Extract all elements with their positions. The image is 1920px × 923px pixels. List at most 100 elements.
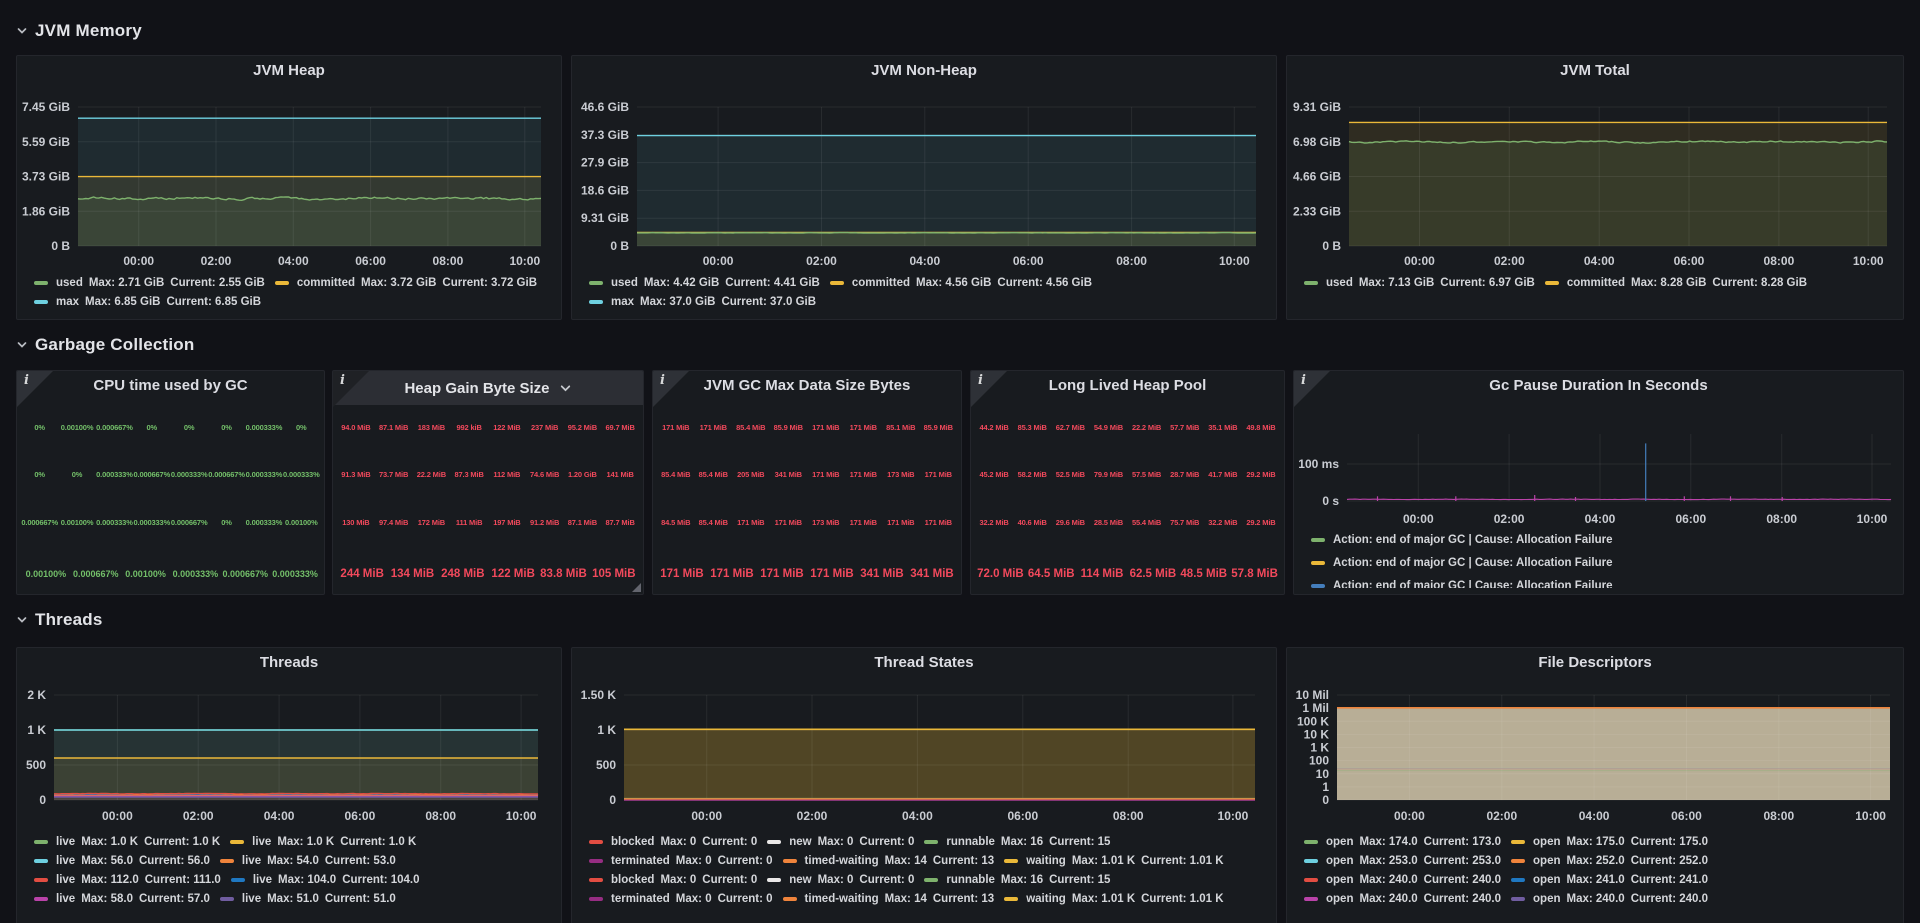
legend-item[interactable]: terminatedMax: 0Current: 0	[589, 855, 773, 867]
legend-max: Max: 174.0	[1359, 836, 1417, 848]
legend-item[interactable]: newMax: 0Current: 0	[767, 874, 914, 886]
legend-series-name: open	[1533, 855, 1560, 867]
legend-item[interactable]: committedMax: 3.72 GiBCurrent: 3.72 GiB	[275, 277, 537, 289]
panel-title[interactable]: Long Lived Heap Pool	[971, 371, 1284, 400]
legend-item[interactable]: liveMax: 104.0Current: 104.0	[231, 874, 420, 886]
legend-item[interactable]: openMax: 240.0Current: 240.0	[1304, 893, 1501, 905]
panel-gc-pause: Gc Pause Duration In Secondsi0 s100 ms00…	[1293, 370, 1904, 595]
chevron-down-icon	[16, 339, 28, 351]
panel-info-corner[interactable]: i	[333, 371, 369, 407]
stat-value: 1.20 GiB	[564, 457, 602, 493]
section-row-threads[interactable]: Threads	[16, 607, 103, 633]
panel-title[interactable]: CPU time used by GC	[17, 371, 324, 400]
legend-item[interactable]: liveMax: 56.0Current: 56.0	[34, 855, 210, 867]
legend-series-name: used	[611, 277, 638, 289]
panel-gc-max: JVM GC Max Data Size Bytesi171 MiB171 Mi…	[652, 370, 962, 595]
panel-header[interactable]: Heap Gain Byte Size	[333, 371, 643, 405]
legend-item[interactable]: terminatedMax: 0Current: 0	[589, 893, 773, 905]
legend-series-name: live	[252, 836, 271, 848]
legend: usedMax: 4.42 GiBCurrent: 4.41 GiB commit…	[589, 273, 1270, 311]
legend-item[interactable]: usedMax: 7.13 GiBCurrent: 6.97 GiB	[1304, 277, 1535, 289]
stat-value: 57.7 MiB	[1166, 409, 1204, 445]
y-axis-label: 1.86 GiB	[22, 204, 70, 218]
stat-value: 28.5 MiB	[1089, 504, 1127, 540]
legend-current: Current: 4.41 GiB	[725, 277, 820, 289]
stat-value: 122 MiB	[488, 409, 526, 445]
legend-item[interactable]: usedMax: 4.42 GiBCurrent: 4.41 GiB	[589, 277, 820, 289]
stat-value: 40.6 MiB	[1013, 504, 1051, 540]
legend-item[interactable]: waitingMax: 1.01 KCurrent: 1.01 K	[1004, 855, 1223, 867]
legend-item[interactable]: blockedMax: 0Current: 0	[589, 874, 757, 886]
legend-current: Current: 13	[933, 855, 994, 867]
legend-swatch-icon	[34, 840, 48, 844]
series-line-live	[54, 793, 538, 794]
panel-title[interactable]: JVM GC Max Data Size Bytes	[653, 371, 961, 400]
legend-item[interactable]: Action: end of major GC | Cause: Allocat…	[1311, 557, 1612, 569]
section-row-garbage-collection[interactable]: Garbage Collection	[16, 332, 194, 358]
legend-item[interactable]: runnableMax: 16Current: 15	[924, 836, 1110, 848]
stat-value: 84.5 MiB	[657, 504, 695, 540]
legend-item[interactable]: liveMax: 1.0 KCurrent: 1.0 K	[34, 836, 220, 848]
legend-series-name: terminated	[611, 855, 670, 867]
legend-item[interactable]: openMax: 252.0Current: 252.0	[1511, 855, 1708, 867]
stat-value: 41.7 MiB	[1204, 457, 1242, 493]
legend-max: Max: 240.0	[1359, 893, 1417, 905]
legend-item[interactable]: liveMax: 1.0 KCurrent: 1.0 K	[230, 836, 416, 848]
legend-item[interactable]: openMax: 240.0Current: 240.0	[1304, 874, 1501, 886]
legend-swatch-icon	[589, 840, 603, 844]
info-icon: i	[660, 374, 665, 387]
legend-swatch-icon	[34, 300, 48, 304]
x-axis-label: 06:00	[1674, 254, 1705, 268]
legend-item[interactable]: usedMax: 2.71 GiBCurrent: 2.55 GiB	[34, 277, 265, 289]
panel-resize-handle[interactable]	[632, 583, 641, 592]
legend-swatch-icon	[589, 281, 603, 285]
legend-current: Current: 253.0	[1424, 855, 1501, 867]
legend-item[interactable]: openMax: 174.0Current: 173.0	[1304, 836, 1501, 848]
panel-jvm-total: JVM Total0 B2.33 GiB4.66 GiB6.98 GiB9.31…	[1286, 55, 1904, 320]
legend-item[interactable]: runnableMax: 16Current: 15	[924, 874, 1110, 886]
stat-value: 173 MiB	[882, 457, 920, 493]
panel-threads: Threads05001 K2 K00:0002:0004:0006:0008:…	[16, 647, 562, 923]
x-axis-label: 08:00	[1764, 254, 1795, 268]
chevron-down-path	[561, 386, 569, 390]
legend-item[interactable]: timed-waitingMax: 14Current: 13	[783, 893, 995, 905]
legend-series-name: timed-waiting	[805, 855, 879, 867]
stat-value-large: 0.000333%	[170, 557, 220, 591]
stat-row-large: 72.0 MiB64.5 MiB114 MiB62.5 MiB48.5 MiB5…	[975, 557, 1280, 591]
legend-item[interactable]: newMax: 0Current: 0	[767, 836, 914, 848]
stat-value: 32.2 MiB	[1204, 504, 1242, 540]
legend-item[interactable]: committedMax: 4.56 GiBCurrent: 4.56 GiB	[830, 277, 1092, 289]
legend-item[interactable]: liveMax: 54.0Current: 53.0	[220, 855, 396, 867]
legend-item[interactable]: openMax: 240.0Current: 240.0	[1511, 893, 1708, 905]
legend-item[interactable]: blockedMax: 0Current: 0	[589, 836, 757, 848]
legend-current: Current: 104.0	[342, 874, 419, 886]
stat-value: 0%	[283, 409, 320, 445]
legend-item[interactable]: waitingMax: 1.01 KCurrent: 1.01 K	[1004, 893, 1223, 905]
legend-item[interactable]: openMax: 253.0Current: 253.0	[1304, 855, 1501, 867]
panel-info-corner[interactable]: i	[17, 371, 53, 407]
legend-row: openMax: 253.0Current: 253.0 openMax: 252…	[1304, 851, 1897, 870]
panel-info-corner[interactable]: i	[653, 371, 689, 407]
legend-item[interactable]: openMax: 175.0Current: 175.0	[1511, 836, 1708, 848]
stat-value: 171 MiB	[882, 504, 920, 540]
legend-item[interactable]: liveMax: 51.0Current: 51.0	[220, 893, 396, 905]
legend-item[interactable]: liveMax: 58.0Current: 57.0	[34, 893, 210, 905]
legend-max: Max: 0	[818, 836, 854, 848]
y-axis-label: 100 K	[1297, 714, 1329, 728]
section-row-jvm-memory[interactable]: JVM Memory	[16, 18, 142, 44]
series-area-used	[78, 197, 541, 246]
chevron-down-icon	[559, 382, 572, 395]
legend-item[interactable]: openMax: 241.0Current: 241.0	[1511, 874, 1708, 886]
legend-item[interactable]: Action: end of major GC | Cause: Allocat…	[1311, 534, 1612, 546]
legend-item[interactable]: liveMax: 112.0Current: 111.0	[34, 874, 221, 886]
legend-item[interactable]: committedMax: 8.28 GiBCurrent: 8.28 GiB	[1545, 277, 1807, 289]
legend-swatch-icon	[1304, 897, 1318, 901]
panel-info-corner[interactable]: i	[1294, 371, 1330, 407]
legend-swatch-icon	[1004, 897, 1018, 901]
legend-item[interactable]: maxMax: 37.0 GiBCurrent: 37.0 GiB	[589, 296, 816, 308]
panel-info-corner[interactable]: i	[971, 371, 1007, 407]
legend-item[interactable]: Action: end of major GC | Cause: Allocat…	[1311, 580, 1612, 589]
legend-item[interactable]: timed-waitingMax: 14Current: 13	[783, 855, 995, 867]
legend-item[interactable]: maxMax: 6.85 GiBCurrent: 6.85 GiB	[34, 296, 261, 308]
legend-row: liveMax: 58.0Current: 57.0 liveMax: 51.0C…	[34, 889, 555, 908]
